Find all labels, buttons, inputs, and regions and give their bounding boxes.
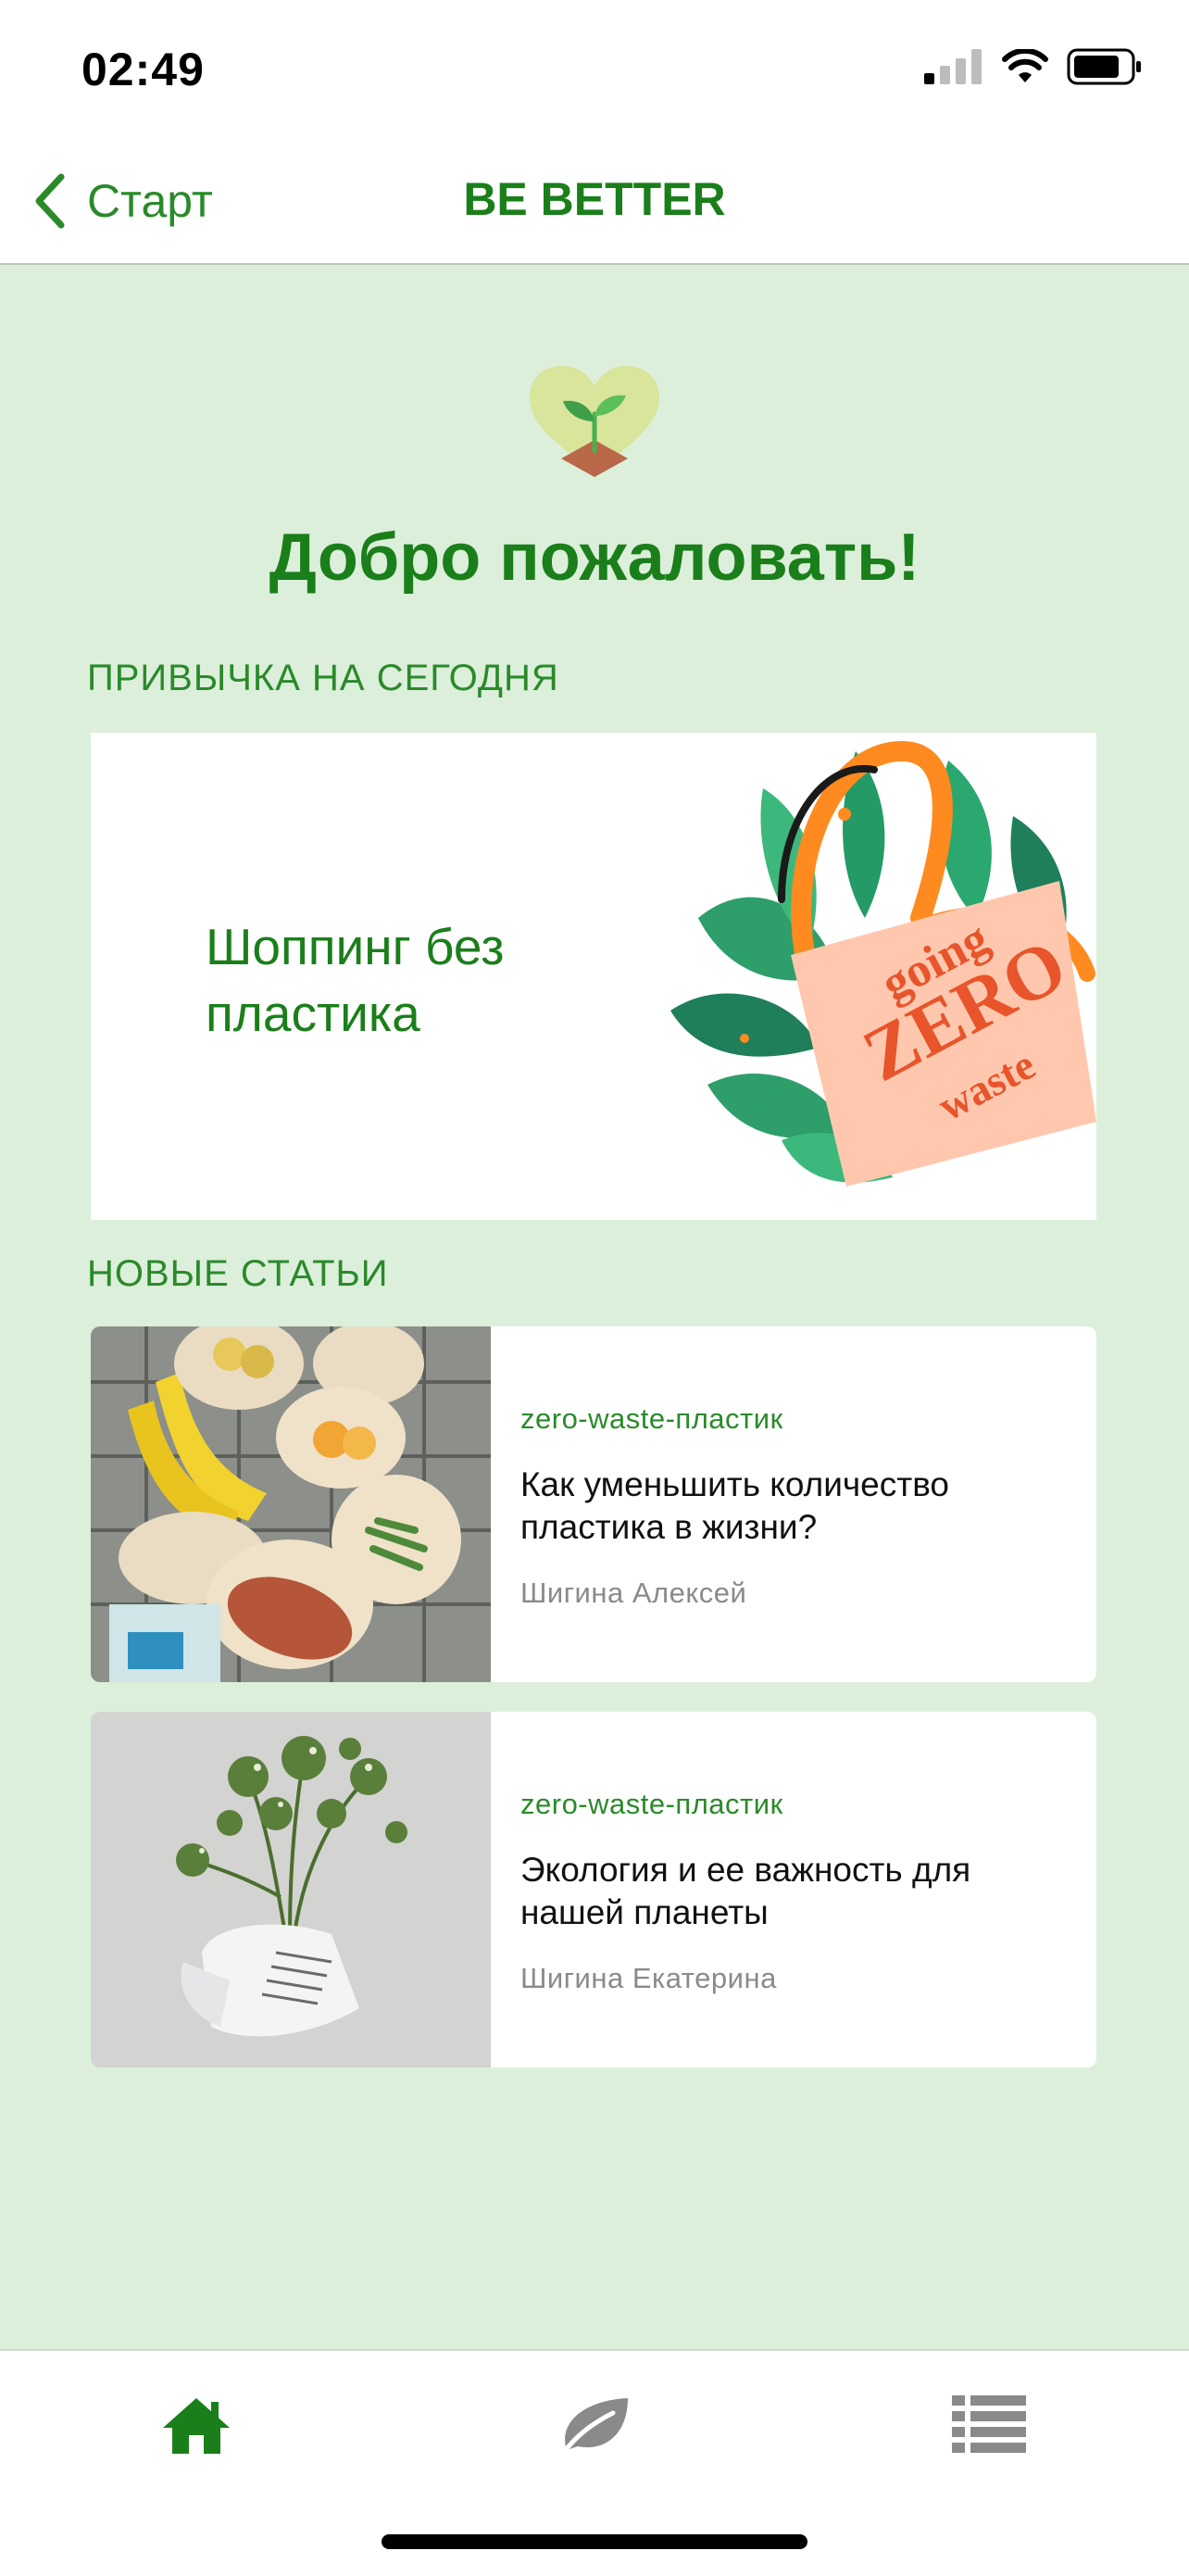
article-title: Как уменьшить количество пластика в жизн…: [520, 1465, 950, 1546]
list-icon: [952, 2395, 1026, 2453]
tab-home[interactable]: [150, 2379, 243, 2471]
status-bar: 02:49: [0, 0, 1189, 139]
article-info: zero-waste-пластик Экология и ее важност…: [520, 1712, 1069, 2067]
leaf-icon: [560, 2398, 628, 2456]
nav-title: BE BETTER: [463, 173, 726, 225]
tab-list[interactable]: [943, 2379, 1035, 2471]
articles-section-title: НОВЫЕ СТАТЬИ: [87, 1253, 389, 1294]
article-author: Шигина Алексей: [520, 1577, 747, 1609]
signal-icon: [924, 49, 982, 84]
habit-title: Шоппинг без пластика: [206, 918, 505, 1042]
habit-card[interactable]: Шоппинг без пластика going ZERO waste: [91, 733, 1096, 1220]
main-content: Добро пожаловать! ПРИВЫЧКА НА СЕГОДНЯ Шо…: [0, 265, 1189, 2349]
status-time: 02:49: [81, 44, 205, 95]
home-indicator[interactable]: [382, 2534, 807, 2549]
navigation-bar: Старт BE BETTER: [0, 139, 1189, 265]
article-tag: zero-waste-пластик: [520, 1788, 783, 1820]
article-card[interactable]: zero-waste-пластик Как уменьшить количес…: [91, 1326, 1096, 1682]
article-thumbnail-groceries: [91, 1326, 491, 1682]
article-tag: zero-waste-пластик: [520, 1402, 783, 1435]
battery-icon: [1067, 48, 1141, 85]
article-author: Шигина Екатерина: [520, 1962, 777, 1994]
heart-sprout-logo-icon: [530, 366, 659, 477]
article-info: zero-waste-пластик Как уменьшить количес…: [520, 1326, 1069, 1682]
habit-section-title: ПРИВЫЧКА НА СЕГОДНЯ: [87, 658, 559, 698]
home-icon: [163, 2398, 230, 2454]
status-icons: [924, 48, 1143, 85]
welcome-heading: Добро пожаловать!: [269, 521, 920, 595]
article-card[interactable]: zero-waste-пластик Экология и ее важност…: [91, 1712, 1096, 2067]
wifi-icon: [1002, 49, 1048, 82]
tab-habits[interactable]: [548, 2379, 641, 2471]
going-zero-waste-illustration: going ZERO waste: [670, 740, 1096, 1187]
article-thumbnail-bag-plant: [91, 1712, 491, 2067]
article-title: Экология и ее важность для нашей планеты: [520, 1851, 971, 1931]
